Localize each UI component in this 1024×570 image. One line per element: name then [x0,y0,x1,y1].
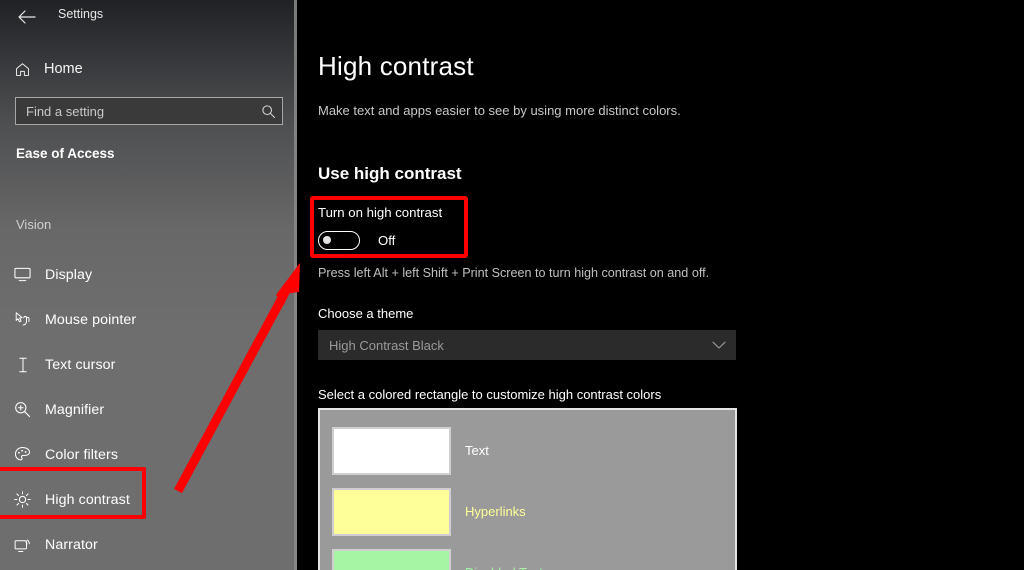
back-arrow-icon [18,10,36,24]
swatch-label-disabled-text: Disabled Text [465,565,543,570]
high-contrast-toggle[interactable] [318,231,360,250]
search-icon[interactable] [254,104,282,119]
search-input[interactable] [16,103,254,119]
sidebar-item-home-label: Home [44,61,83,77]
sidebar-item-high-contrast-label: High contrast [45,491,130,508]
swatch-row-hyperlinks[interactable]: Hyperlinks [332,481,735,542]
sidebar-item-text-cursor[interactable]: Text cursor [0,342,290,387]
chevron-down-icon [702,341,736,350]
sidebar-item-narrator[interactable]: Narrator [0,522,290,567]
mouse-pointer-icon [0,311,45,329]
text-cursor-icon [0,356,45,374]
sidebar-item-color-filters-label: Color filters [45,446,119,463]
sidebar-item-narrator-label: Narrator [45,536,98,553]
search-box[interactable] [15,97,283,125]
toggle-state-label: Off [378,233,396,248]
swatch-label-text: Text [465,443,489,458]
swatch-label-hyperlinks: Hyperlinks [465,504,526,519]
sidebar-item-home[interactable]: Home [0,53,280,85]
sidebar-item-magnifier[interactable]: Magnifier [0,387,290,432]
home-icon [0,61,44,78]
theme-dropdown-value: High Contrast Black [329,337,444,353]
sidebar-item-mouse-pointer-label: Mouse pointer [45,311,137,328]
magnifier-icon [0,400,45,419]
high-contrast-toggle-group[interactable]: Off [318,231,395,250]
sidebar-item-color-filters[interactable]: Color filters [0,432,290,477]
narrator-icon [0,536,45,554]
settings-window: Settings Home Ease of Access Vision [0,0,1024,570]
page-description: Make text and apps easier to see by usin… [318,103,681,118]
shortcut-hint: Press left Alt + left Shift + Print Scre… [318,266,710,280]
swatch-row-disabled-text[interactable]: Disabled Text [332,542,735,570]
theme-dropdown[interactable]: High Contrast Black [318,330,736,360]
sidebar-item-display[interactable]: Display [0,252,290,297]
toggle-knob [323,236,331,244]
title-bar: Settings [0,0,297,33]
swatch-chip-text[interactable] [332,426,451,475]
sidebar-item-mouse-pointer[interactable]: Mouse pointer [0,297,290,342]
sidebar-item-high-contrast[interactable]: High contrast [0,477,290,522]
sidebar-item-magnifier-label: Magnifier [45,401,105,418]
color-palette-icon [0,445,45,464]
monitor-icon [0,266,45,283]
swatch-chip-disabled-text[interactable] [332,548,451,570]
back-button[interactable] [9,3,45,31]
section-heading-use-high-contrast: Use high contrast [318,164,462,183]
color-swatch-panel: Text Hyperlinks Disabled Text [318,408,737,570]
theme-field-label: Choose a theme [318,306,414,321]
sidebar-item-text-cursor-label: Text cursor [45,356,116,373]
swatch-caption: Select a colored rectangle to customize … [318,387,662,402]
toggle-label: Turn on high contrast [318,205,443,220]
sidebar-item-display-label: Display [45,266,93,283]
page-title: High contrast [318,51,474,81]
swatch-row-text[interactable]: Text [332,420,735,481]
sidebar-category-heading: Ease of Access [16,146,115,161]
sidebar-group-label: Vision [16,217,52,232]
sidebar-nav-list: Display Mouse pointer Text cursor Magnif… [0,252,290,567]
sidebar: Settings Home Ease of Access Vision [0,0,297,570]
brightness-sun-icon [0,490,45,509]
main-content: High contrast Make text and apps easier … [297,0,1024,570]
swatch-chip-hyperlinks[interactable] [332,487,451,536]
window-title: Settings [58,7,104,21]
